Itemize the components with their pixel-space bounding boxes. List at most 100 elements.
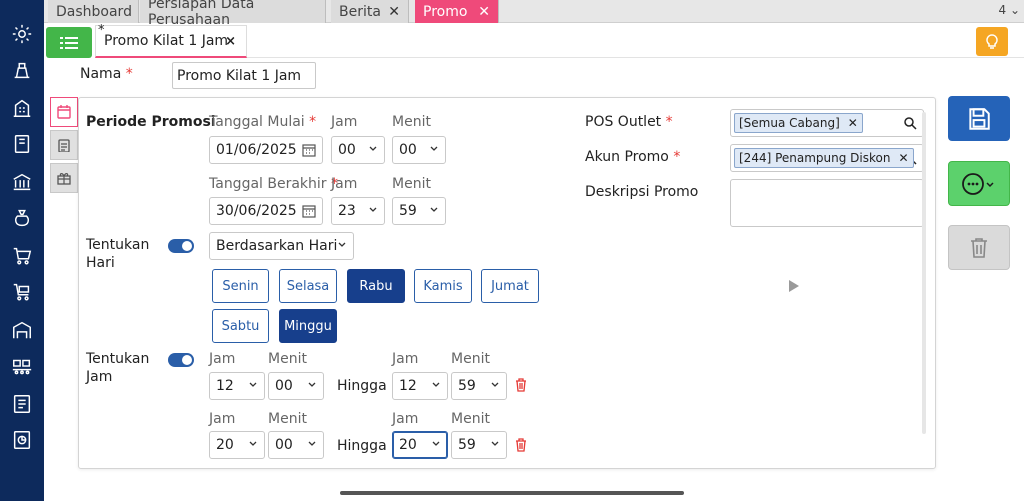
tab-label: Berita <box>339 3 381 20</box>
calendar-icon <box>57 105 71 119</box>
tab-detail[interactable] <box>50 130 78 160</box>
list-button[interactable] <box>46 27 92 58</box>
close-icon[interactable]: ✕ <box>478 4 490 20</box>
delete-button[interactable] <box>948 225 1010 270</box>
range2-to-menit-select[interactable]: 59 <box>451 431 507 459</box>
calendar-icon[interactable] <box>302 204 316 218</box>
save-button[interactable] <box>948 96 1010 141</box>
date-value: 30/06/2025 <box>216 203 297 219</box>
cart-delivery-icon[interactable] <box>10 280 34 304</box>
pos-outlet-chip: [Semua Cabang] ✕ <box>734 113 863 133</box>
trash-icon[interactable] <box>514 378 528 392</box>
tab-count-dropdown[interactable]: 4 ⌄ <box>998 3 1020 17</box>
tentukan-hari-label: Tentukan Hari <box>86 237 150 271</box>
select-value: 00 <box>338 142 356 158</box>
tips-button[interactable] <box>976 27 1008 56</box>
jam-mulai-select[interactable]: 00 <box>331 136 385 164</box>
range1-to-menit-select[interactable]: 59 <box>451 372 507 400</box>
deskripsi-textarea[interactable] <box>730 179 924 227</box>
nama-input[interactable]: Promo Kilat 1 Jam <box>172 62 316 89</box>
tab-hadiah[interactable] <box>50 163 78 193</box>
tanggal-mulai-label: Tanggal Mulai * <box>209 114 317 130</box>
date-value: 01/06/2025 <box>216 142 297 158</box>
calendar-icon[interactable] <box>302 143 316 157</box>
chevron-down-icon <box>249 441 257 446</box>
range1-from-jam-select[interactable]: 12 <box>209 372 265 400</box>
jam-label: Jam <box>331 176 358 192</box>
hingga-label: Hingga <box>337 438 387 454</box>
tentukan-hari-toggle[interactable] <box>168 239 194 253</box>
day-rabu-button[interactable]: Rabu <box>347 269 405 303</box>
hingga-label: Hingga <box>337 378 387 394</box>
select-value: 00 <box>399 142 417 158</box>
money-bag-icon[interactable] <box>10 206 34 230</box>
hari-mode-select[interactable]: Berdasarkan Hari <box>209 232 354 260</box>
trash-icon[interactable] <box>514 438 528 452</box>
divider <box>247 57 1024 58</box>
jam-akhir-select[interactable]: 23 <box>331 197 385 225</box>
gift-icon <box>57 173 71 185</box>
day-jumat-button[interactable]: Jumat <box>481 269 539 303</box>
tentukan-jam-toggle[interactable] <box>168 353 194 367</box>
close-icon[interactable]: ✕ <box>388 4 400 20</box>
day-kamis-button[interactable]: Kamis <box>414 269 472 303</box>
chevron-down-icon <box>491 382 499 387</box>
scrollbar[interactable] <box>922 112 926 434</box>
range2-from-menit-select[interactable]: 00 <box>268 431 324 459</box>
day-minggu-button[interactable]: Minggu <box>279 309 337 343</box>
close-icon[interactable]: × <box>225 34 236 49</box>
book-icon[interactable] <box>10 132 34 156</box>
jam-label: Jam <box>331 114 358 130</box>
menit-mulai-select[interactable]: 00 <box>392 136 446 164</box>
close-icon[interactable]: ✕ <box>898 151 908 165</box>
range2-from-jam-select[interactable]: 20 <box>209 431 265 459</box>
clipboard-icon <box>58 139 70 152</box>
search-icon[interactable] <box>903 116 917 130</box>
left-nav <box>0 0 44 501</box>
menit-label: Menit <box>451 351 490 367</box>
menit-akhir-select[interactable]: 59 <box>392 197 446 225</box>
subtab-promo-kilat[interactable]: * Promo Kilat 1 Jam × <box>95 23 247 58</box>
conveyor-icon[interactable] <box>10 354 34 378</box>
play-icon[interactable] <box>788 279 800 293</box>
more-actions-button[interactable] <box>948 161 1010 206</box>
range1-from-menit-select[interactable]: 00 <box>268 372 324 400</box>
tab-promo[interactable]: Promo ✕ <box>415 0 499 23</box>
trash-icon <box>971 237 987 258</box>
tanggal-mulai-input[interactable]: 01/06/2025 <box>209 136 323 164</box>
tab-periode[interactable] <box>50 97 78 127</box>
tab-berita[interactable]: Berita ✕ <box>331 0 409 23</box>
tab-label: Persiapan Data Perusahaan <box>148 0 255 28</box>
chevron-down-icon <box>432 441 440 446</box>
select-value: 20 <box>216 437 234 453</box>
menit-label: Menit <box>268 411 307 427</box>
scale-icon[interactable] <box>10 58 34 82</box>
range1-to-jam-select[interactable]: 12 <box>392 372 448 400</box>
list-icon <box>60 36 78 49</box>
jam-label: Jam <box>392 411 419 427</box>
chevron-down-icon <box>430 146 438 151</box>
tab-persiapan-data[interactable]: Persiapan Data Perusahaan <box>140 0 326 28</box>
jam-label: Jam <box>209 351 236 367</box>
pos-outlet-label: POS Outlet * <box>585 114 673 130</box>
tax-report-icon[interactable] <box>10 392 34 416</box>
day-sabtu-button[interactable]: Sabtu <box>212 309 269 343</box>
bank-icon[interactable] <box>10 170 34 194</box>
select-value: 12 <box>399 378 417 394</box>
warehouse-icon[interactable] <box>10 318 34 342</box>
day-senin-button[interactable]: Senin <box>212 269 269 303</box>
menit-label: Menit <box>268 351 307 367</box>
menit-label: Menit <box>451 411 490 427</box>
tab-strip: Dashboard Persiapan Data Perusahaan Beri… <box>44 0 1024 28</box>
cart-icon[interactable] <box>10 244 34 268</box>
pie-report-icon[interactable] <box>10 428 34 452</box>
deskripsi-label: Deskripsi Promo <box>585 184 699 200</box>
tanggal-berakhir-input[interactable]: 30/06/2025 <box>209 197 323 225</box>
day-selasa-button[interactable]: Selasa <box>279 269 337 303</box>
range2-to-jam-select[interactable]: 20 <box>392 431 448 459</box>
gear-icon[interactable] <box>10 22 34 46</box>
building-icon[interactable] <box>10 96 34 120</box>
close-icon[interactable]: ✕ <box>848 116 858 130</box>
select-value: 59 <box>399 203 417 219</box>
tab-dashboard[interactable]: Dashboard <box>48 0 139 23</box>
